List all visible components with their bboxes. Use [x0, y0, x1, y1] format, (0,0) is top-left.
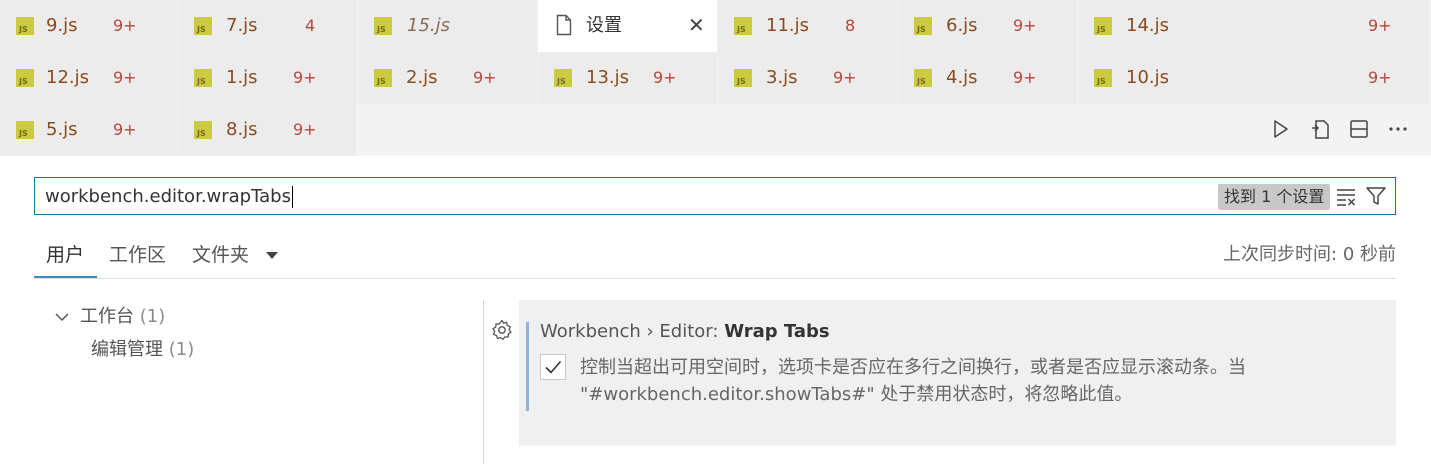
tab-1-js[interactable]: JS 1.js 9+ — [178, 52, 358, 104]
tab-workspace[interactable]: 工作区 — [109, 242, 166, 268]
tab-label: 设置 — [586, 15, 622, 36]
setting-name: Wrap Tabs — [724, 321, 830, 342]
more-actions-icon[interactable] — [1387, 118, 1409, 140]
settings-scope-tabs: 用户 工作区 文件夹 上次同步时间: 0 秒前 — [34, 238, 1396, 279]
wrap-tabs-checkbox[interactable] — [540, 354, 566, 380]
tree-count: (1) — [168, 339, 195, 360]
text-caret — [291, 186, 293, 208]
js-file-icon: JS — [554, 69, 572, 87]
js-file-icon: JS — [1094, 69, 1112, 87]
tab-label: 4.js — [946, 67, 978, 88]
tree-count: (1) — [139, 306, 166, 327]
js-file-icon: JS — [734, 17, 752, 35]
problem-badge: 9+ — [293, 120, 317, 139]
tab-label: 5.js — [46, 119, 78, 140]
tab-label: 8.js — [226, 119, 258, 140]
problem-badge: 9+ — [113, 68, 137, 87]
split-editor-icon[interactable] — [1348, 118, 1370, 140]
js-file-icon: JS — [374, 17, 392, 35]
tab-label: 13.js — [586, 67, 630, 88]
tab-4-js[interactable]: JS 4.js 9+ — [898, 52, 1078, 104]
tab-label: 10.js — [1126, 67, 1170, 88]
tab-label: 6.js — [946, 15, 978, 36]
tab-label: 9.js — [46, 15, 78, 36]
tab-12-js[interactable]: JS 12.js 9+ — [0, 52, 178, 104]
tab-folder[interactable]: 文件夹 — [192, 242, 249, 268]
tab-7-js[interactable]: JS 7.js 4 — [178, 0, 358, 52]
setting-category: Workbench › Editor: — [540, 321, 725, 342]
filter-icon[interactable] — [1365, 185, 1387, 207]
result-count-badge: 找到 1 个设置 — [1218, 184, 1331, 210]
tree-label: 工作台 — [80, 306, 134, 327]
problem-badge: 9+ — [1368, 16, 1392, 35]
js-file-icon: JS — [194, 121, 212, 139]
tab-5-js[interactable]: JS 5.js 9+ — [0, 104, 178, 156]
editor-tab-strip: JS 9.js 9+ JS 7.js 4 JS 15.js 设置 ✕ JS 11… — [0, 0, 1431, 156]
check-icon — [545, 360, 562, 374]
tab-8-js[interactable]: JS 8.js 9+ — [178, 104, 357, 156]
tab-label: 1.js — [226, 67, 258, 88]
active-tab-indicator — [34, 276, 97, 278]
js-file-icon: JS — [914, 69, 932, 87]
problem-badge: 9+ — [1368, 68, 1392, 87]
chevron-down-icon[interactable] — [54, 309, 70, 325]
problem-badge: 9+ — [293, 68, 317, 87]
search-value: workbench.editor.wrapTabs — [45, 186, 291, 207]
problem-badge: 9+ — [113, 16, 137, 35]
problem-badge: 9+ — [653, 68, 677, 87]
modified-indicator — [526, 322, 529, 411]
tab-label: 11.js — [766, 15, 810, 36]
js-file-icon: JS — [16, 69, 34, 87]
tab-label: 2.js — [406, 67, 438, 88]
tab-9-js[interactable]: JS 9.js 9+ — [0, 0, 178, 52]
settings-search-input[interactable]: workbench.editor.wrapTabs 找到 1 个设置 — [34, 177, 1396, 215]
tab-13-js[interactable]: JS 13.js 9+ — [538, 52, 718, 104]
tree-label: 编辑管理 — [91, 339, 163, 360]
tab-label: 15.js — [407, 15, 451, 36]
setting-description: 控制当超出可用空间时，选项卡是否应在多行之间换行，或者是否应显示滚动条。当 "#… — [580, 357, 1246, 405]
tab-6-js[interactable]: JS 6.js 9+ — [898, 0, 1078, 52]
js-file-icon: JS — [374, 69, 392, 87]
js-file-icon: JS — [16, 17, 34, 35]
tab-user[interactable]: 用户 — [46, 242, 84, 268]
problem-badge: 9+ — [113, 120, 137, 139]
tab-label: 7.js — [226, 15, 258, 36]
tab-15-js[interactable]: JS 15.js — [358, 0, 538, 52]
tree-group-workbench[interactable]: 工作台 (1) — [80, 305, 165, 329]
tab-settings[interactable]: 设置 ✕ — [538, 0, 718, 52]
tab-label: 14.js — [1126, 15, 1170, 36]
problem-badge: 9+ — [1013, 68, 1037, 87]
tab-11-js[interactable]: JS 11.js 8 — [718, 0, 898, 52]
problem-badge: 9+ — [833, 68, 857, 87]
file-icon — [556, 14, 572, 36]
panel-divider[interactable] — [483, 300, 484, 464]
js-file-icon: JS — [734, 69, 752, 87]
chevron-down-icon[interactable] — [266, 252, 278, 259]
tab-label: 3.js — [766, 67, 798, 88]
js-file-icon: JS — [194, 69, 212, 87]
clear-filter-icon[interactable] — [1335, 185, 1357, 207]
js-file-icon: JS — [194, 17, 212, 35]
gear-icon[interactable] — [490, 318, 514, 342]
js-file-icon: JS — [16, 121, 34, 139]
tab-2-js[interactable]: JS 2.js 9+ — [358, 52, 538, 104]
tab-label: 12.js — [46, 67, 90, 88]
setting-title: Workbench › Editor: Wrap Tabs — [540, 320, 830, 344]
problem-badge: 9+ — [473, 68, 497, 87]
run-icon[interactable] — [1269, 118, 1291, 140]
tab-14-js[interactable]: JS 14.js 9+ — [1078, 0, 1431, 52]
js-file-icon: JS — [914, 17, 932, 35]
tree-item-editor-management[interactable]: 编辑管理 (1) — [91, 338, 194, 362]
problem-badge: 8 — [845, 16, 856, 35]
open-settings-json-icon[interactable] — [1309, 118, 1331, 140]
problem-badge: 4 — [305, 16, 316, 35]
close-icon[interactable]: ✕ — [688, 14, 705, 36]
tab-10-js[interactable]: JS 10.js 9+ — [1078, 52, 1431, 104]
js-file-icon: JS — [1094, 17, 1112, 35]
sync-status: 上次同步时间: 0 秒前 — [1223, 244, 1396, 265]
tab-3-js[interactable]: JS 3.js 9+ — [718, 52, 898, 104]
problem-badge: 9+ — [1013, 16, 1037, 35]
